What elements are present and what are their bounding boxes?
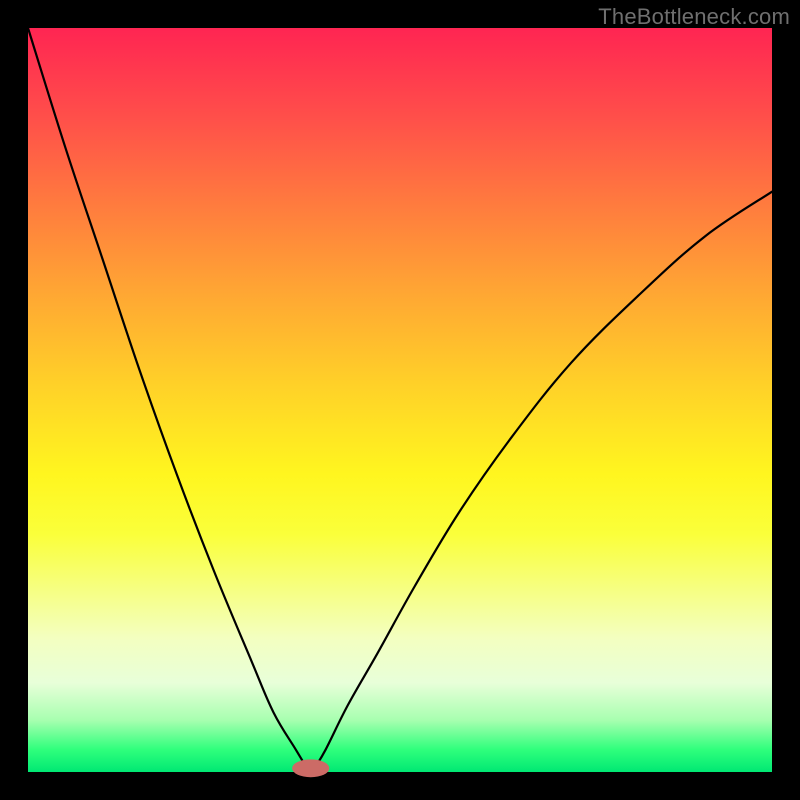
curve-left-branch (28, 28, 307, 768)
curve-right-branch (314, 192, 772, 769)
watermark-text: TheBottleneck.com (598, 4, 790, 30)
plot-area (28, 28, 772, 772)
chart-svg (28, 28, 772, 772)
minimum-marker (292, 759, 329, 777)
chart-frame: TheBottleneck.com (0, 0, 800, 800)
